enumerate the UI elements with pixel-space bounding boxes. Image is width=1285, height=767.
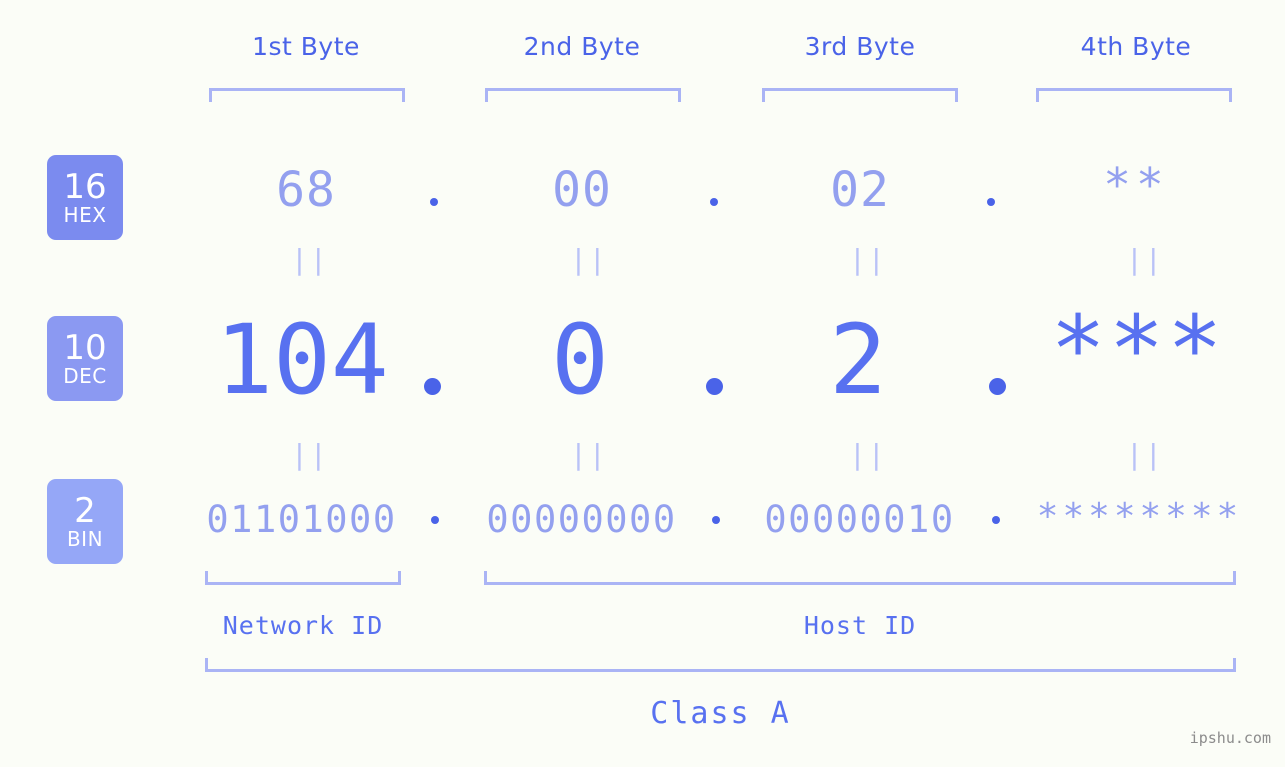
dec-byte-4: *** [1050, 296, 1226, 403]
bin-separator-dot-2 [712, 516, 720, 524]
equals-mark-dec-bin-1: || [291, 438, 329, 471]
byte-header-1: 1st Byte [252, 32, 360, 61]
byte-bracket-top-3 [762, 88, 958, 102]
class-label: Class A [650, 696, 791, 731]
network-id-bracket [205, 571, 401, 585]
dec-separator-dot-3 [989, 378, 1006, 395]
base-badge-dec-label: DEC [63, 364, 107, 388]
byte-header-4: 4th Byte [1080, 32, 1192, 61]
bin-separator-dot-1 [431, 516, 439, 524]
dec-separator-dot-1 [424, 378, 441, 395]
byte-header-3: 3rd Byte [804, 32, 916, 61]
dec-separator-dot-2 [706, 378, 723, 395]
dec-byte-2: 0 [551, 304, 609, 416]
equals-mark-dec-bin-4: || [1126, 438, 1164, 471]
byte-bracket-top-2 [485, 88, 681, 102]
equals-mark-dec-bin-3: || [849, 438, 887, 471]
base-badge-bin-number: 2 [74, 491, 96, 531]
hex-separator-dot-3 [987, 198, 995, 206]
base-badge-dec: 10 DEC [47, 316, 123, 401]
bin-separator-dot-3 [992, 516, 1000, 524]
byte-bracket-top-4 [1036, 88, 1232, 102]
equals-mark-dec-bin-2: || [570, 438, 608, 471]
ip-address-byte-breakdown-diagram: 1st Byte 2nd Byte 3rd Byte 4th Byte 16 H… [0, 0, 1285, 767]
equals-mark-hex-dec-1: || [291, 243, 329, 276]
dec-byte-1: 104 [215, 304, 389, 416]
class-bracket [205, 658, 1236, 672]
base-badge-dec-number: 10 [63, 328, 107, 368]
bin-byte-1: 01101000 [206, 498, 397, 541]
network-id-label: Network ID [222, 611, 384, 640]
hex-separator-dot-2 [710, 198, 718, 206]
hex-separator-dot-1 [430, 198, 438, 206]
base-badge-hex-label: HEX [63, 203, 107, 227]
equals-mark-hex-dec-4: || [1126, 243, 1164, 276]
watermark: ipshu.com [1189, 729, 1271, 747]
bin-byte-2: 00000000 [486, 498, 677, 541]
hex-byte-3: 02 [830, 162, 890, 218]
host-id-bracket [484, 571, 1236, 585]
base-badge-hex: 16 HEX [47, 155, 123, 240]
bin-byte-4: ******** [1036, 496, 1243, 537]
byte-bracket-top-1 [209, 88, 405, 102]
dec-byte-3: 2 [829, 304, 887, 416]
base-badge-bin: 2 BIN [47, 479, 123, 564]
base-badge-hex-number: 16 [63, 167, 107, 207]
equals-mark-hex-dec-2: || [570, 243, 608, 276]
hex-byte-2: 00 [552, 162, 612, 218]
bin-byte-3: 00000010 [764, 498, 955, 541]
byte-header-2: 2nd Byte [523, 32, 641, 61]
hex-byte-4: ** [1103, 158, 1169, 212]
equals-mark-hex-dec-3: || [849, 243, 887, 276]
hex-byte-1: 68 [276, 162, 336, 218]
host-id-label: Host ID [803, 611, 917, 640]
base-badge-bin-label: BIN [66, 527, 104, 551]
